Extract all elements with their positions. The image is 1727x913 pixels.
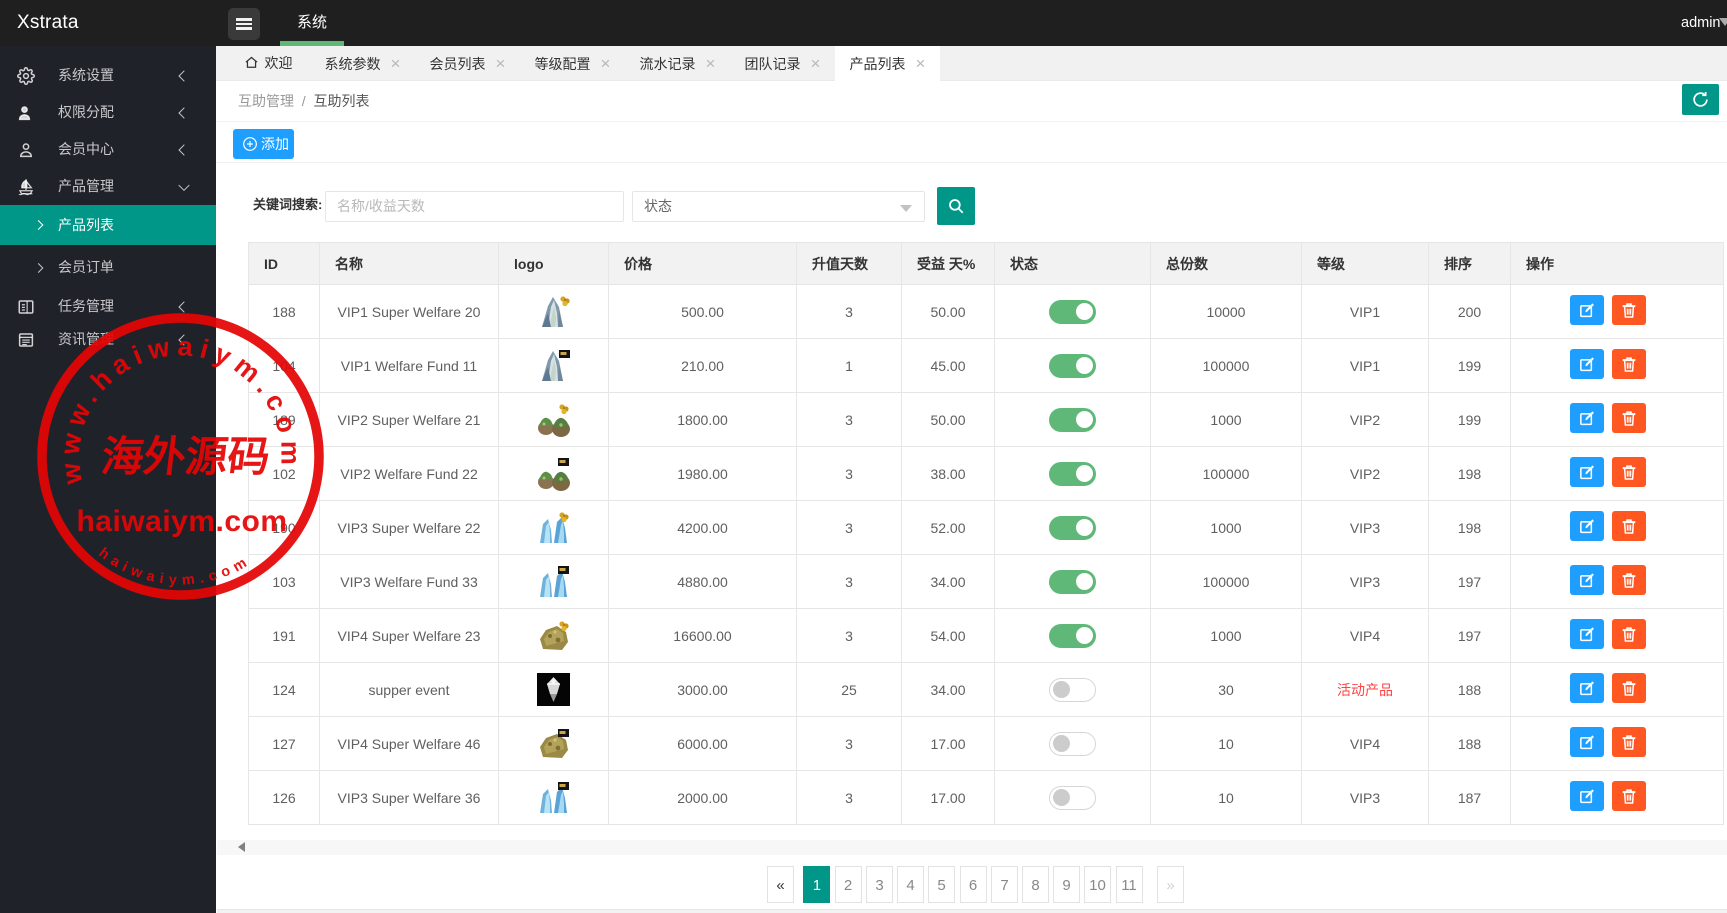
svg-text:haiwaiym.com: haiwaiym.com	[76, 505, 287, 538]
svg-text:海外源码: 海外源码	[99, 434, 273, 481]
